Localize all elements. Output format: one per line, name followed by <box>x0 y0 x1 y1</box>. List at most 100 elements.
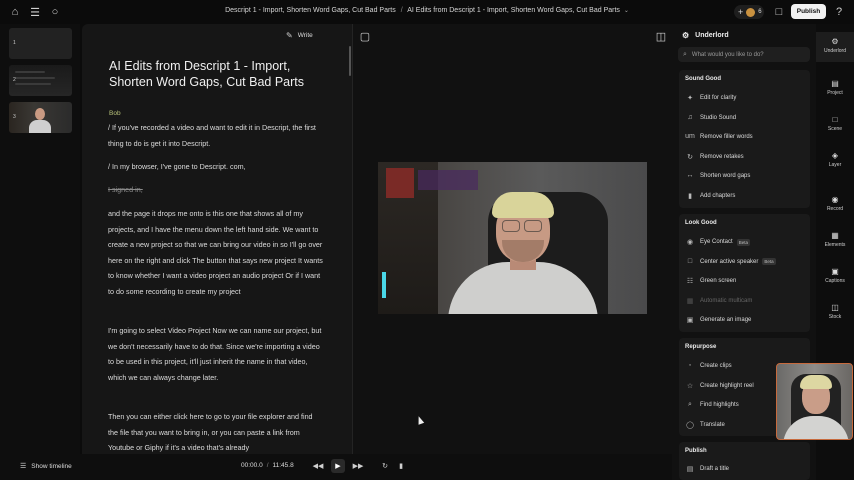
scene-thumbnails: 1 2 3 <box>0 24 80 480</box>
action-center-active-speaker[interactable]: □ Center active speaker Beta <box>685 258 776 265</box>
loop-icon: ↻ <box>382 463 388 470</box>
video-preview[interactable] <box>378 162 647 314</box>
action-add-chapters[interactable]: ▮ Add chapters <box>685 192 735 200</box>
search-placeholder: What would you like to do? <box>691 51 764 58</box>
action-generate-image[interactable]: ▣ Generate an image <box>685 316 752 324</box>
scene-thumb-1[interactable] <box>9 28 72 59</box>
action-label: Create highlight reel <box>700 383 754 389</box>
action-green-screen[interactable]: ☷ Green screen <box>685 277 737 285</box>
video-presenter-hair <box>492 192 554 218</box>
beta-badge: Beta <box>762 258 776 265</box>
document-title[interactable]: AI Edits from Descript 1 - Import, Short… <box>109 59 329 90</box>
write-button[interactable]: ✎ Write <box>286 31 313 40</box>
show-timeline-button[interactable]: ☰ Show timeline <box>20 462 72 471</box>
section-look-good: Look Good ◉ Eye Contact Beta □ Center activ… <box>679 214 810 332</box>
breadcrumb-separator: / <box>400 7 403 14</box>
action-edit-for-clarity[interactable]: ✦ Edit for clarity <box>685 94 736 102</box>
skip-forward-button[interactable]: ▶▶ <box>351 459 365 473</box>
action-label: Add chapters <box>700 193 736 199</box>
rail-underlord[interactable]: ⚙ Underlord <box>816 32 854 62</box>
underlord-icon: ⚙ <box>831 37 839 46</box>
scene-thumb-2[interactable] <box>9 65 72 96</box>
section-title: Sound Good <box>685 76 721 82</box>
title-icon: ▤ <box>686 466 694 473</box>
current-time: 00:00.0 <box>241 462 263 469</box>
rail-stock[interactable]: ◫ Stock <box>816 303 854 320</box>
elements-icon: ▦ <box>831 231 839 240</box>
action-remove-filler-words[interactable]: um Remove filler words <box>685 133 753 140</box>
rail-label: Captions <box>825 278 845 284</box>
star-icon: ☆ <box>686 383 694 390</box>
action-label: Shorten word gaps <box>700 172 751 179</box>
action-label: Center active speaker <box>700 258 759 265</box>
image-icon: ▣ <box>686 317 694 324</box>
action-studio-sound[interactable]: ♫ Studio Sound <box>685 114 736 121</box>
underlord-search-input[interactable]: ⌕ What would you like to do? <box>678 47 810 62</box>
word-gaps-icon: ↔ <box>686 172 694 179</box>
play-button[interactable]: ▶ <box>331 459 345 473</box>
speaker-label[interactable]: Bob <box>109 110 121 117</box>
rail-project[interactable]: ▤ Project <box>816 79 854 96</box>
section-title: Publish <box>685 448 707 454</box>
action-draft-title[interactable]: ▤ Draft a title <box>685 465 729 473</box>
action-remove-retakes[interactable]: ↻ Remove retakes <box>685 153 744 161</box>
script-paragraph[interactable]: / In my browser, I've gone to Descript. … <box>108 159 323 175</box>
action-find-highlights[interactable]: ⌕ Find highlights <box>685 401 739 409</box>
thumb-text-line <box>15 71 45 73</box>
layer-icon: ◈ <box>831 151 839 160</box>
rail-record[interactable]: ◉ Record <box>816 195 854 212</box>
skip-back-button[interactable]: ◀◀ <box>311 459 325 473</box>
help-icon[interactable]: ? <box>832 5 846 19</box>
action-create-clips[interactable]: ◦ Create clips <box>685 362 732 369</box>
section-title: Look Good <box>685 220 717 226</box>
record-icon: ◉ <box>831 195 839 204</box>
thumb-text-line <box>15 77 55 79</box>
invite-collaborators-button[interactable]: + 6 <box>734 5 764 19</box>
action-create-highlight-reel[interactable]: ☆ Create highlight reel <box>685 382 754 390</box>
script-paragraph[interactable]: I'm going to select Video Project Now we… <box>108 323 323 385</box>
script-paragraph[interactable]: / If you've recorded a video and want to… <box>108 120 323 151</box>
action-translate[interactable]: ◯ Translate <box>685 421 725 429</box>
thumb-text-line <box>15 83 51 85</box>
scene-number: 3 <box>13 114 16 120</box>
loop-button[interactable]: ↻ <box>378 459 392 473</box>
search-icon: ⌕ <box>683 50 687 58</box>
bookmark-icon: ▮ <box>688 193 692 200</box>
script-scrollbar[interactable] <box>349 46 351 76</box>
publish-button[interactable]: Publish <box>791 4 826 19</box>
rail-scene[interactable]: □ Scene <box>816 115 854 132</box>
breadcrumb-project[interactable]: Descript 1 - Import, Shorten Word Gaps, … <box>225 7 396 14</box>
center-speaker-icon: □ <box>687 258 693 265</box>
action-label: Create clips <box>700 362 732 369</box>
marker-button[interactable]: ▮ <box>394 459 408 473</box>
section-title: Repurpose <box>685 344 717 350</box>
script-paragraph[interactable]: Then you can either click here to go to … <box>108 409 323 453</box>
rail-captions[interactable]: ▣ Captions <box>816 267 854 284</box>
panel-divider[interactable] <box>352 24 353 454</box>
show-timeline-label: Show timeline <box>31 462 72 470</box>
script-paragraph[interactable]: and the page it drops me onto is this on… <box>108 206 323 300</box>
total-time: 11:45.8 <box>272 462 294 469</box>
webcam-overlay <box>776 363 853 440</box>
rail-layer[interactable]: ◈ Layer <box>816 151 854 168</box>
video-light <box>382 272 386 298</box>
script-paragraph-deleted[interactable]: I signed in, <box>108 182 323 198</box>
expand-canvas-icon[interactable]: ▢ <box>358 29 372 43</box>
breadcrumb-composition[interactable]: AI Edits from Descript 1 - Import, Short… <box>407 7 620 14</box>
action-label: Generate an image <box>700 317 752 323</box>
stock-icon: ◫ <box>831 303 839 312</box>
action-shorten-word-gaps[interactable]: ↔ Shorten word gaps <box>685 172 751 179</box>
rail-label: Scene <box>827 126 843 132</box>
action-eye-contact[interactable]: ◉ Eye Contact Beta <box>685 238 750 246</box>
action-label: Studio Sound <box>700 114 737 121</box>
sidebar-toggle-icon[interactable]: ◫ <box>654 29 668 43</box>
scene-number: 1 <box>13 40 16 46</box>
chevron-down-icon[interactable]: ⌄ <box>624 8 629 14</box>
filler-words-icon: um <box>685 133 695 140</box>
action-label: Find highlights <box>700 402 739 408</box>
skip-back-icon: ◀◀ <box>312 463 324 470</box>
bookmark-icon: ▮ <box>399 463 403 470</box>
comment-icon[interactable]: □ <box>772 5 786 19</box>
rail-elements[interactable]: ▦ Elements <box>816 231 854 248</box>
scene-thumb-3[interactable] <box>9 102 72 133</box>
